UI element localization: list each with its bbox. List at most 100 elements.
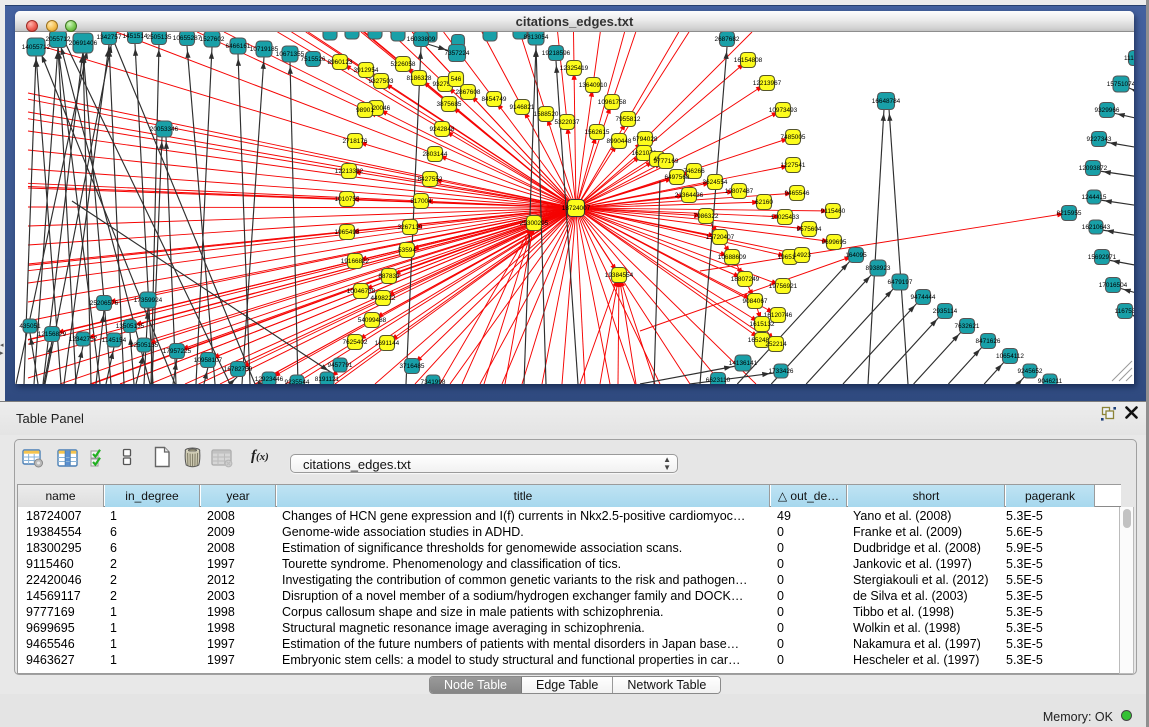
- svg-text:10973493: 10973493: [769, 107, 798, 114]
- svg-text:12213382: 12213382: [335, 168, 364, 175]
- svg-text:9084067: 9084067: [743, 298, 768, 305]
- svg-text:6623110: 6623110: [706, 377, 731, 384]
- svg-text:5226058: 5226058: [391, 61, 416, 68]
- svg-text:16154808: 16154808: [734, 57, 763, 64]
- svg-text:9046211: 9046211: [1038, 378, 1063, 384]
- svg-text:12093872: 12093872: [1079, 165, 1108, 172]
- svg-text:164095: 164095: [845, 252, 867, 259]
- svg-text:16648784: 16648784: [872, 98, 901, 105]
- svg-text:2505135: 2505135: [147, 34, 172, 41]
- svg-text:10719185: 10719185: [250, 46, 279, 53]
- svg-text:10655287: 10655287: [173, 35, 202, 42]
- svg-text:19166822: 19166822: [341, 258, 370, 265]
- svg-text:25300295: 25300295: [520, 220, 549, 227]
- svg-text:9235544: 9235544: [285, 379, 310, 384]
- svg-text:62160: 62160: [755, 199, 773, 206]
- svg-text:13505135: 13505135: [116, 323, 145, 330]
- svg-text:12342757: 12342757: [69, 336, 98, 343]
- svg-text:7341998: 7341998: [421, 379, 446, 384]
- svg-text:7485005: 7485005: [781, 134, 806, 141]
- svg-text:16782759: 16782759: [224, 366, 253, 373]
- svg-text:9329966: 9329966: [1095, 107, 1120, 114]
- svg-text:19218596: 19218596: [542, 50, 571, 57]
- svg-text:12505135: 12505135: [130, 342, 159, 349]
- svg-text:20691406: 20691406: [69, 40, 98, 47]
- svg-text:8215955: 8215955: [1057, 210, 1082, 217]
- svg-text:98901: 98901: [356, 107, 374, 114]
- svg-text:25206576: 25206576: [90, 300, 119, 307]
- svg-text:1244415: 1244415: [1082, 194, 1107, 201]
- svg-text:9327503: 9327503: [369, 78, 394, 85]
- svg-text:1451514: 1451514: [123, 33, 148, 40]
- svg-text:16210643: 16210643: [1082, 224, 1111, 231]
- svg-text:1010755: 1010755: [335, 196, 360, 203]
- svg-text:7357224: 7357224: [445, 50, 470, 57]
- svg-text:546: 546: [451, 76, 462, 83]
- svg-text:14923: 14923: [793, 252, 811, 259]
- svg-text:19384554: 19384554: [605, 272, 634, 279]
- svg-text:17957225: 17957225: [163, 348, 192, 355]
- svg-text:20053346: 20053346: [150, 126, 179, 133]
- svg-text:10961758: 10961758: [598, 99, 627, 106]
- svg-text:10654112: 10654112: [996, 353, 1024, 360]
- svg-text:15751074: 15751074: [1107, 81, 1134, 88]
- svg-text:9146821: 9146821: [510, 104, 535, 111]
- svg-text:2687682: 2687682: [715, 36, 740, 43]
- svg-text:9575604: 9575604: [797, 226, 822, 233]
- svg-text:8454749: 8454749: [482, 96, 507, 103]
- svg-text:1562615: 1562615: [585, 129, 610, 136]
- svg-text:13640910: 13640910: [579, 82, 608, 89]
- svg-text:7986322: 7986322: [694, 213, 719, 220]
- svg-text:12923446: 12923446: [255, 376, 284, 383]
- svg-text:9115460: 9115460: [821, 208, 846, 215]
- svg-text:6497568: 6497568: [665, 174, 690, 181]
- svg-text:1112744: 1112744: [1124, 55, 1134, 62]
- svg-text:8938923: 8938923: [866, 265, 891, 272]
- svg-text:15692971: 15692971: [1088, 254, 1117, 261]
- svg-text:1615132: 1615132: [750, 321, 775, 328]
- svg-text:2867608: 2867608: [456, 89, 481, 96]
- svg-text:10807487: 10807487: [725, 188, 754, 195]
- svg-text:2935114: 2935114: [933, 308, 958, 315]
- svg-text:817004: 817004: [410, 198, 432, 205]
- svg-text:3716485: 3716485: [400, 363, 425, 370]
- svg-text:6794028: 6794028: [633, 136, 658, 143]
- svg-text:4498222: 4498222: [371, 295, 396, 302]
- svg-text:5322037: 5322037: [555, 119, 580, 126]
- svg-text:3267130: 3267130: [398, 224, 423, 231]
- svg-text:9227343: 9227343: [1087, 136, 1112, 143]
- svg-text:9242848: 9242848: [430, 126, 455, 133]
- svg-text:18724007: 18724007: [562, 205, 591, 212]
- svg-text:18807249: 18807249: [731, 276, 760, 283]
- svg-text:1965498: 1965498: [335, 229, 360, 236]
- svg-text:6479197: 6479197: [888, 279, 913, 286]
- svg-text:14055712: 14055712: [22, 44, 51, 51]
- svg-text:7625402: 7625402: [343, 339, 368, 346]
- svg-text:10025433: 10025433: [771, 214, 800, 221]
- svg-text:7515526: 7515526: [301, 56, 326, 63]
- svg-text:8186328: 8186328: [407, 75, 432, 82]
- svg-text:8471626: 8471626: [976, 338, 1001, 345]
- svg-text:10688609: 10688609: [718, 254, 747, 261]
- svg-text:53594: 53594: [398, 247, 416, 254]
- svg-text:8990448: 8990448: [607, 138, 632, 145]
- svg-text:8813054: 8813054: [524, 34, 549, 41]
- svg-text:9777169: 9777169: [654, 158, 679, 165]
- svg-text:1588520: 1588520: [534, 111, 559, 118]
- svg-text:1691144: 1691144: [375, 340, 400, 347]
- svg-text:17016504: 17016504: [1099, 282, 1128, 289]
- svg-text:19756921: 19756921: [769, 283, 798, 290]
- svg-text:2055712: 2055712: [46, 36, 71, 43]
- svg-text:116753: 116753: [1115, 308, 1134, 315]
- svg-text:887833: 887833: [378, 273, 400, 280]
- svg-text:7632621: 7632621: [955, 323, 980, 330]
- svg-text:2718176: 2718176: [343, 138, 368, 145]
- svg-text:8960123: 8960123: [328, 59, 353, 66]
- svg-text:252214: 252214: [765, 341, 787, 348]
- svg-text:7955812: 7955812: [616, 116, 641, 123]
- svg-text:17359924: 17359924: [134, 297, 163, 304]
- svg-text:14136141: 14136141: [729, 360, 758, 367]
- svg-text:21364436: 21364436: [675, 192, 704, 199]
- svg-text:10046738: 10046738: [347, 288, 376, 295]
- svg-text:9474444: 9474444: [911, 294, 936, 301]
